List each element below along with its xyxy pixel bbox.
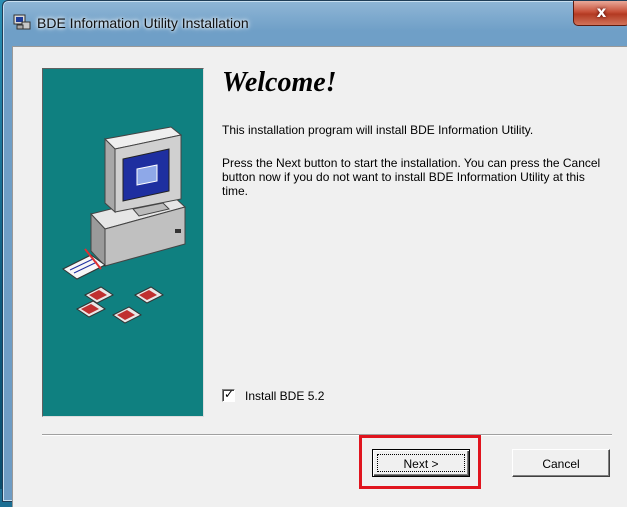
- focus-rectangle: [377, 454, 465, 472]
- separator-line: [42, 434, 612, 436]
- setup-illustration: [42, 68, 204, 417]
- cancel-button-label: Cancel: [542, 457, 580, 471]
- intro-text: This installation program will install B…: [222, 123, 534, 137]
- installer-icon: [13, 14, 31, 30]
- installer-window: BDE Information Utility Installation x W…: [2, 0, 627, 507]
- title-bar[interactable]: BDE Information Utility Installation x: [3, 1, 627, 41]
- install-bde-checkbox[interactable]: ✓: [222, 387, 235, 402]
- dialog-client-area: Welcome! This installation program will …: [12, 46, 627, 507]
- instructions-text: Press the Next button to start the insta…: [222, 156, 601, 198]
- window-title: BDE Information Utility Installation: [37, 15, 249, 31]
- welcome-heading: Welcome!: [222, 67, 337, 98]
- install-bde-label[interactable]: Install BDE 5.2: [245, 389, 324, 403]
- cancel-button[interactable]: Cancel: [512, 449, 610, 477]
- close-icon: x: [596, 3, 607, 21]
- next-button[interactable]: Next >: [372, 449, 470, 477]
- checkmark-icon: ✓: [224, 387, 235, 401]
- computer-with-disks-illustration: [62, 126, 186, 324]
- close-button[interactable]: x: [573, 1, 627, 26]
